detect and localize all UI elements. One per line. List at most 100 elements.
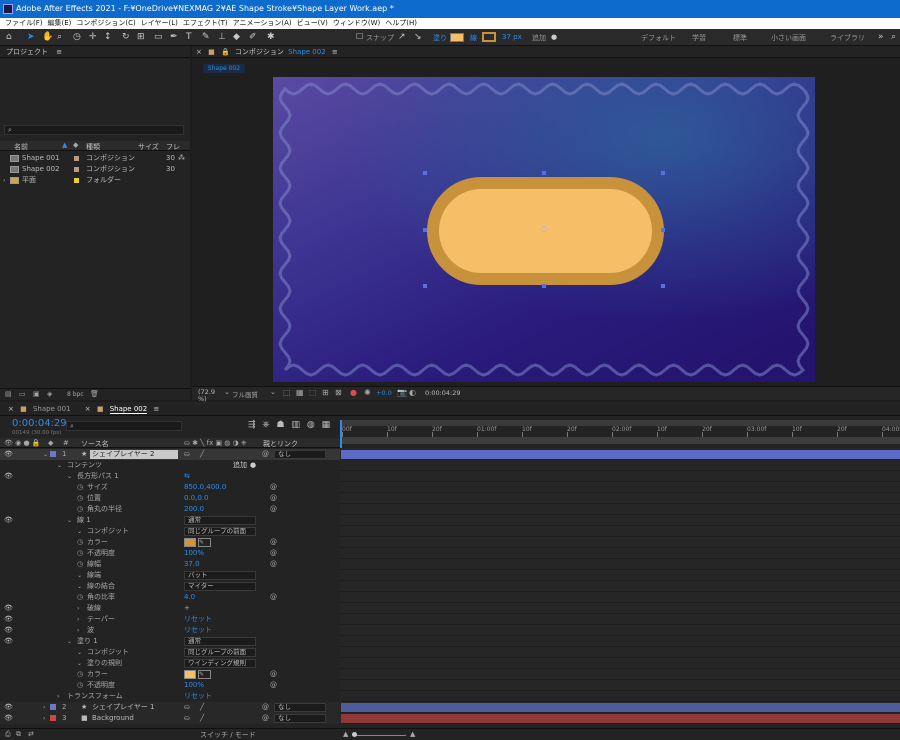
parent-dropdown[interactable]: なし (274, 714, 326, 723)
composition-mini-flowchart-icon[interactable]: ⇶ (248, 420, 256, 430)
expand-arrow-icon[interactable]: ⌄ (67, 515, 72, 526)
project-panel-title[interactable]: プロジェクト (6, 48, 48, 56)
menu-item-3[interactable]: レイヤー(L) (141, 19, 178, 27)
stopwatch-icon[interactable]: ◷ (77, 548, 83, 559)
property-row[interactable]: 👁 ⌄ 塗り 1 通常 (0, 636, 340, 647)
layer-row[interactable]: 👁 › 3 ■ Background ⛀ ╱ @ なし (0, 713, 340, 724)
transparency-grid-icon[interactable]: ▦ (296, 388, 304, 397)
visibility-eye-icon[interactable]: 👁 (4, 603, 13, 614)
property-dropdown[interactable]: 同じグループの前面 (184, 527, 256, 536)
track-row[interactable] (340, 669, 900, 680)
stopwatch-icon[interactable]: ◷ (77, 537, 83, 548)
property-row[interactable]: ◷ 不透明度 100% @ (0, 680, 340, 691)
property-dropdown[interactable]: マイター (184, 582, 256, 591)
expand-layer-arrow-icon[interactable]: › (43, 713, 45, 724)
type-tool-icon[interactable]: T (186, 32, 192, 42)
project-settings-icon[interactable]: ◈ (47, 390, 52, 398)
property-value[interactable]: 37.0 (184, 559, 200, 570)
property-row[interactable]: 👁 › 破線 + (0, 603, 340, 614)
property-value[interactable]: リセット (184, 614, 212, 625)
snapshot-icon[interactable]: 📷 (397, 388, 407, 397)
expression-pickwhip-icon[interactable]: @ (270, 537, 277, 548)
track-row[interactable] (340, 636, 900, 647)
composition-panel-menu-icon[interactable]: ≡ (332, 48, 338, 56)
timeline-panel-menu-icon[interactable]: ≡ (153, 405, 159, 413)
expand-arrow-icon[interactable]: ⌄ (77, 526, 82, 537)
track-row[interactable] (340, 614, 900, 625)
frame-blending-icon[interactable]: ▥ (291, 420, 300, 430)
layer-label-color[interactable] (50, 704, 56, 710)
label-color-swatch[interactable] (74, 178, 79, 183)
timeline-tab-shape-002[interactable]: Shape 002 (109, 405, 148, 414)
workspace-standard[interactable]: 標準 (733, 33, 747, 43)
anchor-point-tool-icon[interactable]: ⊞ (137, 32, 145, 42)
expand-arrow-icon[interactable]: › (77, 603, 79, 614)
workspace-learn[interactable]: 学習 (692, 33, 706, 43)
property-row[interactable]: 👁 › テーパー リセット (0, 614, 340, 625)
flowchart-icon[interactable]: ⁂ (178, 153, 185, 164)
current-time-display[interactable]: 0:00:04:29 (12, 418, 67, 429)
property-dropdown[interactable]: ワインディング規則 (184, 659, 256, 668)
property-value[interactable]: 200.0 (184, 504, 204, 515)
track-row[interactable] (340, 493, 900, 504)
shy-switch-icon[interactable]: ⛀ (184, 713, 190, 724)
roto-brush-tool-icon[interactable]: ✐ (249, 32, 257, 42)
column-size[interactable]: サイズ (138, 142, 159, 152)
stopwatch-icon[interactable]: ◷ (77, 482, 83, 493)
project-search-input[interactable]: ⌕ (4, 125, 184, 135)
resolution-arrow-icon[interactable]: ⌄ (270, 388, 276, 396)
parent-dropdown[interactable]: なし (274, 703, 326, 712)
menu-item-0[interactable]: ファイル(F) (5, 19, 43, 27)
property-row[interactable]: ⌄ 塗りの規則 ワインディング規則 (0, 658, 340, 669)
track-row[interactable] (340, 691, 900, 702)
layer-duration-bar[interactable] (341, 703, 900, 712)
track-row[interactable] (340, 680, 900, 691)
path-link-icon[interactable]: ⇆ (184, 471, 190, 482)
property-row[interactable]: ◷ サイズ 850.0,400.0 @ (0, 482, 340, 493)
pen-tool-icon[interactable]: ✒ (170, 32, 178, 42)
menu-item-6[interactable]: ビュー(V) (297, 19, 328, 27)
track-row[interactable] (340, 460, 900, 471)
property-row[interactable]: ⌄ コンテンツ 追加 ● (0, 460, 340, 471)
color-swatch[interactable] (184, 670, 196, 679)
exposure-value[interactable]: +0.0 (376, 389, 392, 397)
expression-pickwhip-icon[interactable]: @ (270, 482, 277, 493)
expand-arrow-icon[interactable]: ⌄ (77, 647, 82, 658)
visibility-eye-icon[interactable]: 👁 (4, 614, 13, 625)
expand-arrow-icon[interactable]: › (57, 691, 59, 702)
workspace-libraries[interactable]: ライブラリ (830, 33, 865, 43)
visibility-eye-icon[interactable]: 👁 (4, 702, 13, 713)
stroke-color-swatch[interactable] (482, 32, 496, 42)
track-row[interactable] (340, 515, 900, 526)
selection-tool-icon[interactable]: ➤ (27, 32, 35, 42)
timeline-tab-shape-001[interactable]: Shape 001 (33, 405, 71, 413)
parent-dropdown[interactable]: なし (274, 450, 326, 459)
property-dropdown[interactable]: 同じグループの前面 (184, 648, 256, 657)
current-time-indicator[interactable] (340, 420, 342, 448)
layer-name[interactable]: シェイプレイヤー 1 (90, 703, 178, 712)
close-timeline-tab-icon[interactable]: × (8, 405, 14, 413)
track-row[interactable] (340, 559, 900, 570)
expand-arrow-icon[interactable]: ⌄ (57, 460, 62, 471)
stopwatch-icon[interactable]: ◷ (77, 504, 83, 515)
shy-switch-icon[interactable]: ⛀ (184, 702, 190, 713)
new-composition-icon[interactable]: ▣ (33, 390, 40, 398)
stopwatch-icon[interactable]: ◷ (77, 592, 83, 603)
project-item-1[interactable]: Shape 002 コンポジション 30 (0, 164, 190, 175)
menu-item-8[interactable]: ヘルプ(H) (385, 19, 417, 27)
track-row[interactable] (340, 603, 900, 614)
property-dropdown[interactable]: 通常 (184, 637, 256, 646)
stopwatch-icon[interactable]: ◷ (77, 680, 83, 691)
property-value[interactable]: 100% (184, 680, 204, 691)
track-row[interactable] (340, 482, 900, 493)
property-value[interactable]: 100% (184, 548, 204, 559)
eraser-tool-icon[interactable]: ◆ (233, 32, 240, 42)
property-row[interactable]: ◷ カラー ✎ @ (0, 669, 340, 680)
more-workspaces-icon[interactable]: » (878, 32, 884, 42)
orbit-camera-icon[interactable]: ◷ (73, 32, 81, 42)
magnification-dropdown[interactable]: (72.9 %) (195, 389, 221, 403)
grid-guides-icon[interactable]: ⊞ (322, 388, 329, 397)
expression-pickwhip-icon[interactable]: @ (270, 493, 277, 504)
resolution-dropdown[interactable]: フル画質 (232, 389, 258, 399)
trash-icon[interactable]: 🗑 (90, 390, 99, 398)
